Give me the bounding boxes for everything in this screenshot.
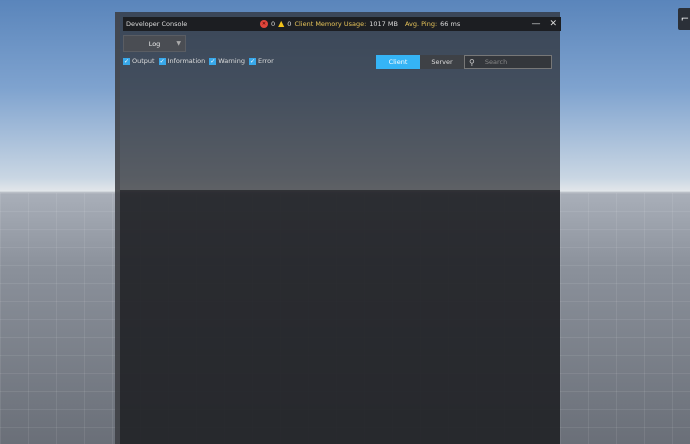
checkbox-checked-icon: ✓ <box>209 57 217 65</box>
filter-error[interactable]: ✓ Error <box>248 57 274 65</box>
memory-label: Client Memory Usage: <box>294 20 367 28</box>
filter-checkboxes: ✓ Output ✓ Information ✓ Warning ✓ Error <box>123 57 274 65</box>
checkbox-checked-icon: ✓ <box>158 57 166 65</box>
warning-count: 0 <box>287 20 292 28</box>
tab-client[interactable]: Client <box>376 55 420 69</box>
menu-icon: ⌐ <box>680 13 690 25</box>
search-input[interactable] <box>484 58 545 66</box>
search-icon: ⚲ <box>469 57 475 67</box>
checkbox-checked-icon: ✓ <box>248 57 256 65</box>
log-dropdown-value: Log <box>148 39 161 48</box>
developer-console: Developer Console ✕ 0 ▲ 0 Client Memory … <box>115 12 561 444</box>
search-box[interactable]: ⚲ <box>464 55 552 69</box>
memory-value: 1017 MB <box>369 20 398 28</box>
filter-output[interactable]: ✓ Output <box>123 57 155 65</box>
ping-value: 66 ms <box>440 20 461 28</box>
error-count: 0 <box>271 20 276 28</box>
chevron-down-icon: ▼ <box>176 40 181 47</box>
console-title: Developer Console <box>126 20 188 28</box>
close-button[interactable]: ✕ <box>549 19 557 29</box>
tab-server[interactable]: Server <box>420 55 464 69</box>
menu-button[interactable]: ⌐ <box>678 8 690 30</box>
warning-icon: ▲ <box>278 19 285 28</box>
log-dropdown[interactable]: Log ▼ <box>123 35 186 52</box>
filter-information[interactable]: ✓ Information <box>158 57 205 65</box>
minimize-button[interactable]: — <box>531 19 540 29</box>
checkbox-checked-icon: ✓ <box>123 57 130 65</box>
error-icon: ✕ <box>260 20 268 28</box>
title-bar[interactable]: Developer Console ✕ 0 ▲ 0 Client Memory … <box>123 17 561 31</box>
ping-label: Avg. Ping: <box>404 20 438 28</box>
client-server-toggle: Client Server <box>376 55 464 69</box>
filter-warning[interactable]: ✓ Warning <box>209 57 245 65</box>
